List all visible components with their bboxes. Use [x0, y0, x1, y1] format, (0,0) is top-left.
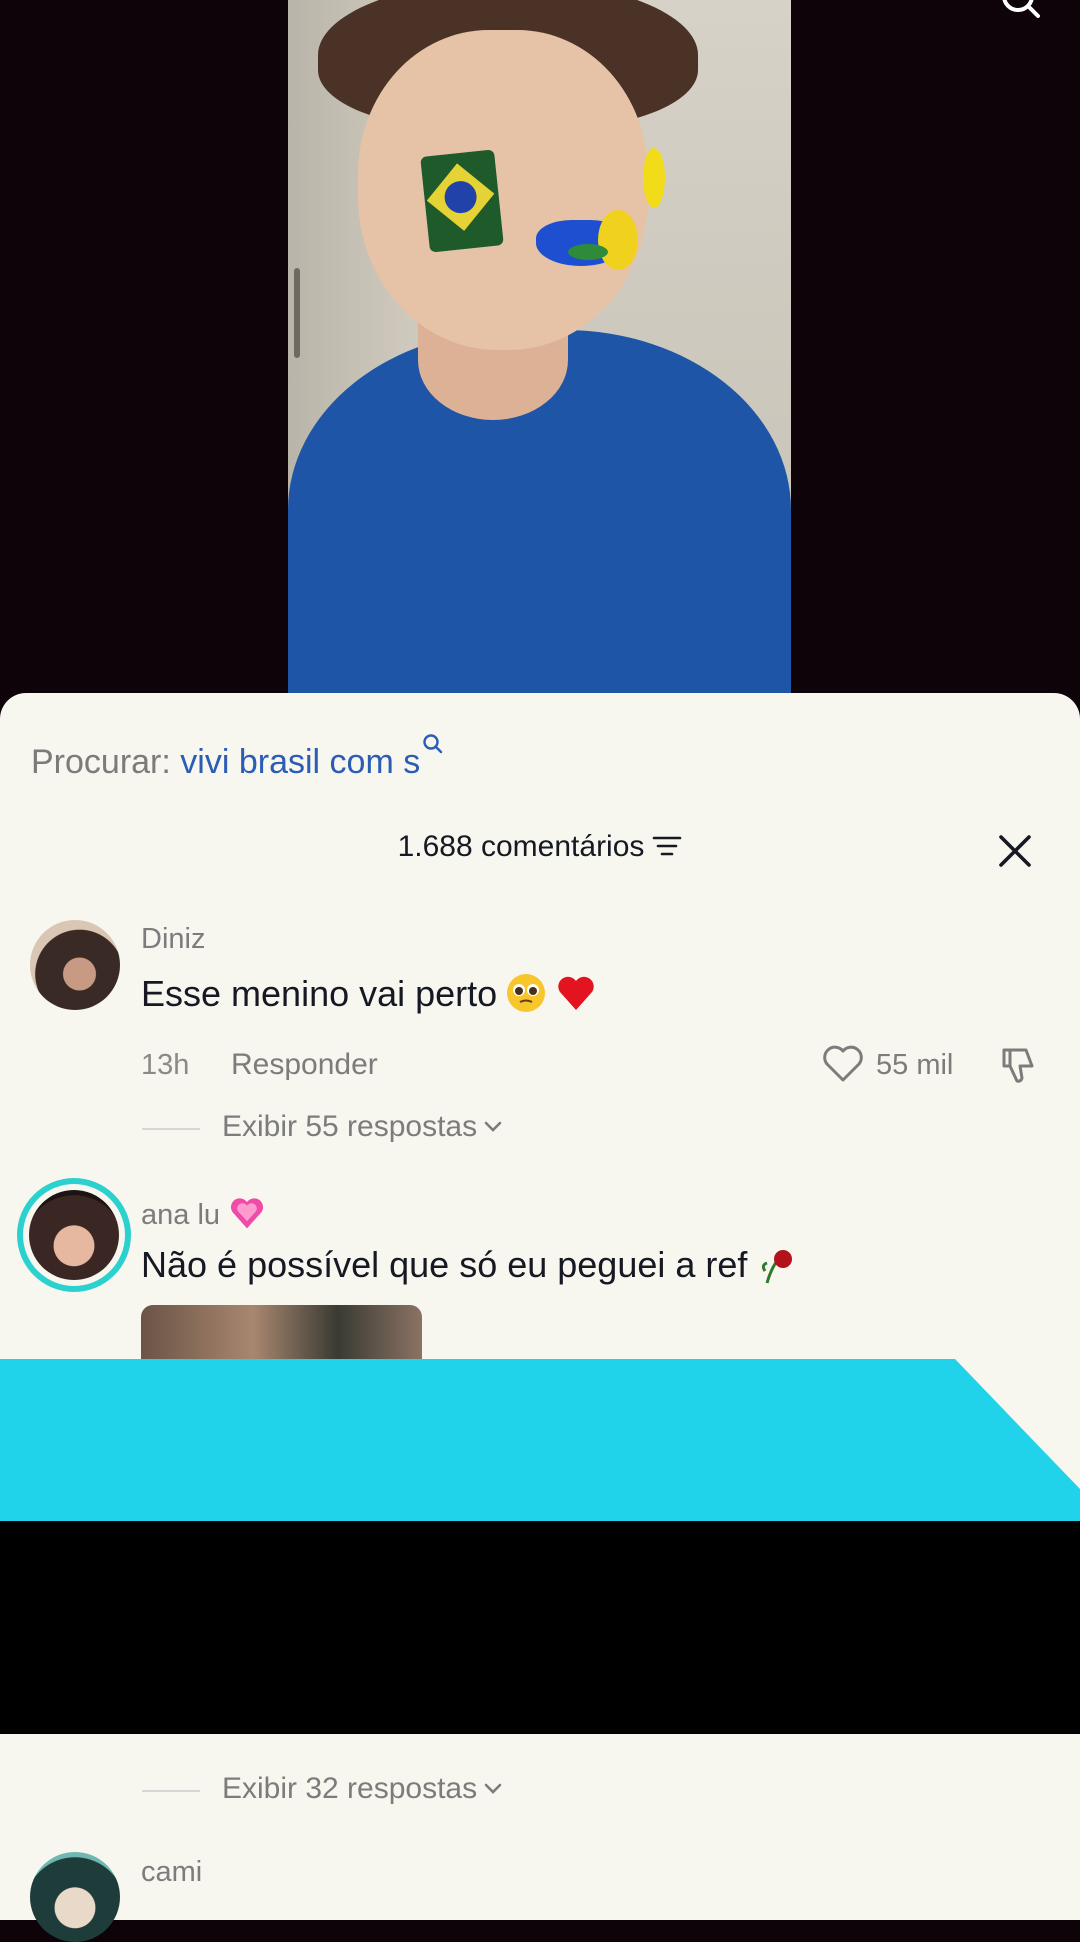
- painted-lips-yellow: [598, 210, 638, 270]
- comment-time: 13h: [141, 1049, 190, 1081]
- pleading-face-emoji: [507, 974, 546, 1012]
- view-replies-link[interactable]: Exibir 32 respostas: [222, 1772, 503, 1806]
- avatar[interactable]: [23, 1184, 125, 1286]
- painted-lips-green: [568, 244, 608, 260]
- comment-count: 1.688 comentários: [397, 830, 645, 863]
- comment-username[interactable]: ana lu: [141, 1194, 266, 1232]
- comment-username[interactable]: cami: [141, 1856, 202, 1889]
- close-icon[interactable]: [996, 832, 1034, 870]
- video-face: [358, 30, 648, 350]
- replies-divider: [142, 1128, 200, 1130]
- black-overlay-block: [0, 1521, 1080, 1734]
- red-heart-emoji: [558, 976, 594, 1010]
- comment-username[interactable]: Diniz: [141, 923, 205, 956]
- search-term-link[interactable]: vivi brasil com s: [180, 743, 420, 781]
- partially-hidden-meta-row: [0, 1734, 1080, 1746]
- wilted-rose-emoji: [762, 1250, 793, 1284]
- view-replies-link[interactable]: Exibir 55 respostas: [222, 1110, 503, 1144]
- growing-heart-emoji: [230, 1198, 264, 1229]
- chevron-down-icon: [484, 1121, 502, 1132]
- like-count: 55 mil: [876, 1049, 954, 1081]
- comment-attached-image[interactable]: [141, 1305, 422, 1365]
- search-icon: [423, 734, 443, 754]
- avatar[interactable]: [30, 920, 120, 1010]
- search-prefix: Procurar:: [31, 743, 171, 781]
- search-icon[interactable]: [1000, 0, 1040, 22]
- avatar[interactable]: [30, 1852, 120, 1942]
- video-frame[interactable]: [288, 0, 791, 695]
- video-player[interactable]: [0, 0, 1080, 700]
- flag-face-paint: [420, 149, 504, 253]
- comment-text: Esse menino vai perto: [141, 972, 597, 1015]
- filter-icon[interactable]: [652, 834, 682, 858]
- search-suggestion[interactable]: Procurar: vivi brasil com s: [31, 733, 444, 782]
- yellow-face-paint: [643, 148, 665, 208]
- chevron-down-icon: [484, 1783, 502, 1794]
- comments-header: 1.688 comentários: [0, 826, 1080, 876]
- reply-button[interactable]: Responder: [231, 1048, 378, 1082]
- dislike-icon[interactable]: [998, 1044, 1040, 1086]
- comment-text: Não é possível que só eu peguei a ref: [141, 1243, 797, 1286]
- replies-divider: [142, 1790, 200, 1792]
- heart-icon[interactable]: [821, 1044, 865, 1084]
- cyan-overlay-block: [0, 1359, 1080, 1521]
